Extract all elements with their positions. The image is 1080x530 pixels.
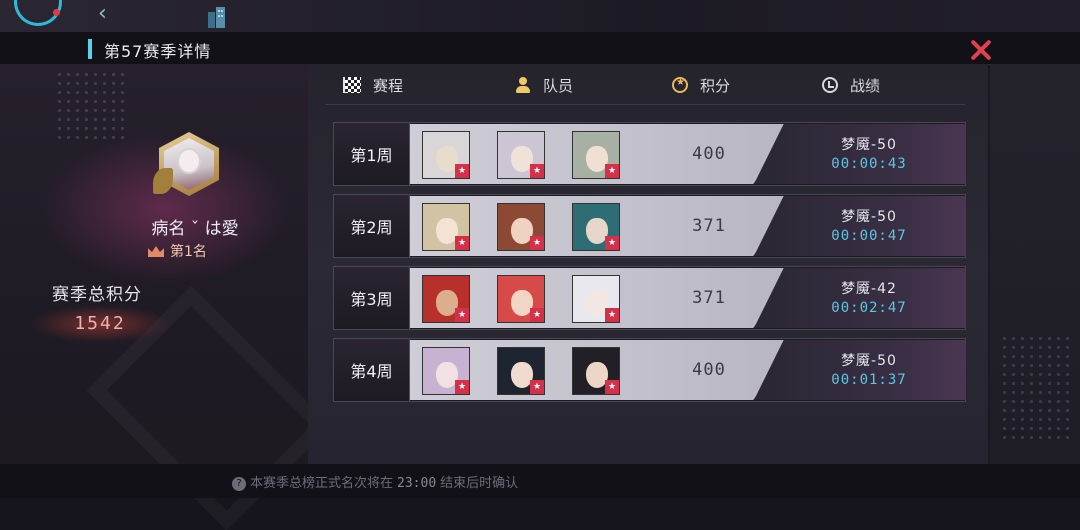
character-portrait[interactable]: ★: [497, 347, 545, 395]
notice-post: 结束后时确认: [440, 476, 519, 491]
week-score: 371: [692, 216, 726, 236]
week-label: 第4周: [334, 339, 410, 401]
avatar[interactable]: [153, 128, 225, 200]
tab-label: 积分: [700, 76, 731, 95]
player-rank: 第1名: [148, 241, 207, 261]
star-badge-icon: ★: [605, 236, 619, 250]
week-row[interactable]: 第1周 ★ ★ ★ 400 梦魇-50 00:00:43: [333, 122, 966, 186]
star-badge-icon: ★: [530, 236, 544, 250]
star-badge-icon: ★: [605, 380, 619, 394]
tab-bar: 赛程 队员 积分 战绩: [325, 66, 965, 105]
star-badge-icon: ★: [455, 308, 469, 322]
star-badge-icon: ★: [530, 380, 544, 394]
star-badge-icon: ★: [605, 164, 619, 178]
top-strip: ‹: [0, 0, 1080, 33]
week-label: 第3周: [334, 267, 410, 329]
question-icon[interactable]: ?: [232, 477, 246, 491]
stage-name: 梦魇-50: [841, 353, 897, 369]
week-score: 371: [692, 288, 726, 308]
star-badge-icon: ★: [530, 164, 544, 178]
character-portrait[interactable]: ★: [497, 131, 545, 179]
record-icon: [822, 77, 838, 93]
rank-label: 第1名: [170, 244, 207, 260]
title-accent-bar: [88, 39, 92, 59]
tab-label: 赛程: [373, 76, 404, 95]
close-icon[interactable]: [970, 39, 992, 61]
medal-icon: [672, 77, 688, 93]
tab-records[interactable]: 战绩: [822, 72, 880, 98]
total-score-label: 赛季总积分: [52, 285, 142, 305]
clear-time: 00:00:47: [831, 228, 907, 244]
building-icon[interactable]: [205, 4, 229, 28]
week-row[interactable]: 第3周 ★ ★ ★ 371 梦魇-42 00:02:47: [333, 266, 966, 330]
star-badge-icon: ★: [605, 308, 619, 322]
character-portrait[interactable]: ★: [422, 347, 470, 395]
week-label: 第1周: [334, 123, 410, 185]
character-portrait[interactable]: ★: [572, 203, 620, 251]
week-label: 第2周: [334, 195, 410, 257]
tab-label: 队员: [543, 76, 574, 95]
dot-pattern: [55, 70, 125, 140]
panel-header: 第57赛季详情: [0, 32, 1080, 65]
week-row[interactable]: 第4周 ★ ★ ★ 400 梦魇-50 00:01:37: [333, 338, 966, 402]
star-badge-icon: ★: [455, 164, 469, 178]
character-portrait[interactable]: ★: [422, 275, 470, 323]
right-decoration: [990, 64, 1080, 464]
star-badge-icon: ★: [455, 380, 469, 394]
tab-members[interactable]: 队员: [515, 72, 573, 98]
notification-dot: [53, 9, 60, 16]
notice-time: 23:00: [397, 476, 437, 491]
clear-time: 00:02:47: [831, 300, 907, 316]
stage-name: 梦魇-42: [841, 281, 897, 297]
stage-name: 梦魇-50: [841, 137, 897, 153]
star-badge-icon: ★: [530, 308, 544, 322]
clear-time: 00:01:37: [831, 372, 907, 388]
player-summary: [0, 64, 332, 530]
week-score: 400: [692, 144, 726, 164]
member-icon: [515, 77, 531, 93]
tab-points[interactable]: 积分: [672, 72, 730, 98]
notice-pre: 本赛季总榜正式名次将在: [250, 476, 394, 491]
character-portrait[interactable]: ★: [572, 275, 620, 323]
back-arrow-icon[interactable]: ‹: [98, 0, 107, 28]
character-portrait[interactable]: ★: [422, 203, 470, 251]
total-score-value: 1542: [30, 305, 170, 343]
character-portrait[interactable]: ★: [572, 131, 620, 179]
star-badge-icon: ★: [455, 236, 469, 250]
player-name: 病名 ˇ は愛: [151, 219, 239, 239]
character-portrait[interactable]: ★: [572, 347, 620, 395]
week-row[interactable]: 第2周 ★ ★ ★ 371 梦魇-50 00:00:47: [333, 194, 966, 258]
stage-name: 梦魇-50: [841, 209, 897, 225]
tab-label: 战绩: [850, 76, 881, 95]
tab-schedule[interactable]: 赛程: [343, 72, 403, 98]
week-score: 400: [692, 360, 726, 380]
crown-icon: [148, 246, 164, 257]
character-portrait[interactable]: ★: [497, 203, 545, 251]
clear-time: 00:00:43: [831, 156, 907, 172]
character-portrait[interactable]: ★: [422, 131, 470, 179]
flag-icon: [343, 77, 361, 93]
character-portrait[interactable]: ★: [497, 275, 545, 323]
footer-notice: ? 本赛季总榜正式名次将在 23:00 结束后时确认: [0, 464, 1080, 498]
page-title: 第57赛季详情: [104, 42, 212, 61]
